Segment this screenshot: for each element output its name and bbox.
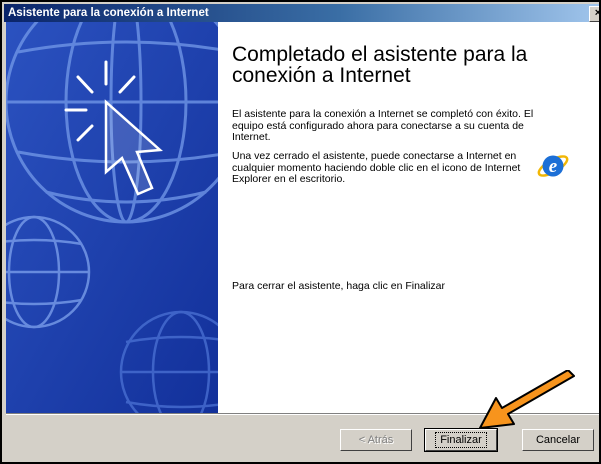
svg-text:e: e <box>549 156 558 177</box>
connect-instructions: Una vez cerrado el asistente, puede cone… <box>232 150 521 185</box>
internet-explorer-icon: e <box>536 149 570 183</box>
back-button-label: < Atrás <box>358 434 394 446</box>
back-button[interactable]: < Atrás <box>340 429 412 451</box>
wizard-window: Asistente para la conexión a Internet × <box>0 0 601 464</box>
title-bar[interactable]: Asistente para la conexión a Internet <box>4 4 599 22</box>
wizard-content: Completado el asistente para la conexión… <box>218 22 599 413</box>
globe-cursor-illustration <box>6 22 218 413</box>
completion-message: El asistente para la conexión a Internet… <box>232 108 534 143</box>
finish-instruction: Para cerrar el asistente, haga clic en F… <box>232 280 446 292</box>
window-title: Asistente para la conexión a Internet <box>8 7 209 19</box>
orange-arrow-icon <box>479 370 575 429</box>
close-button[interactable]: × <box>589 6 601 22</box>
wizard-banner-panel <box>6 22 218 413</box>
close-icon: × <box>594 7 601 19</box>
page-title: Completado el asistente para la conexión… <box>232 43 528 87</box>
